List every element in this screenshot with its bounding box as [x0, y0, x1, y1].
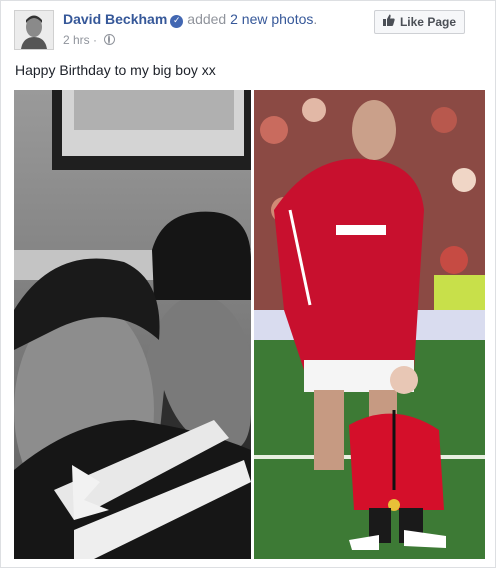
like-page-button[interactable]: Like Page [373, 10, 465, 34]
photo-grid [14, 90, 485, 559]
photo-left[interactable] [14, 90, 251, 559]
globe-icon[interactable] [104, 34, 116, 45]
thumbs-up-icon [382, 10, 395, 34]
author-name[interactable]: David Beckham [63, 11, 167, 27]
photos-link[interactable]: 2 new photos [230, 11, 313, 27]
action-prefix: added [187, 11, 227, 27]
verified-badge-icon: ✓ [170, 15, 184, 28]
avatar[interactable] [14, 10, 54, 50]
photo-right[interactable] [254, 90, 485, 559]
post-meta: 2 hrs · [63, 33, 116, 47]
post-card: David Beckham ✓ added 2 new photos. 2 hrs … [0, 0, 496, 568]
timestamp[interactable]: 2 hrs [63, 33, 90, 47]
post-header: David Beckham ✓ added 2 new photos. [63, 11, 317, 28]
post-caption: Happy Birthday to my big boy xx [15, 62, 216, 78]
like-page-label: Like Page [399, 15, 456, 29]
action-suffix: . [313, 11, 318, 27]
